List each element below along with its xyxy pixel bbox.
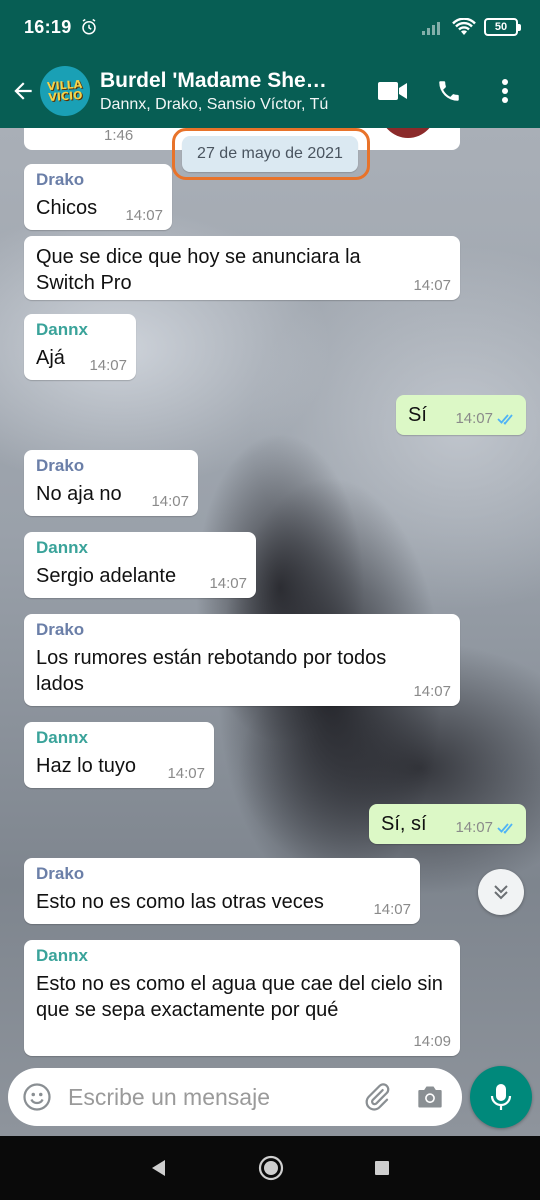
message-sender[interactable]: Drako xyxy=(36,864,410,884)
message-bubble[interactable]: Que se dice que hoy se anunciara la Swit… xyxy=(24,236,460,300)
message-time: 14:07 xyxy=(455,819,493,836)
video-camera-icon xyxy=(378,82,407,100)
message-bubble[interactable]: Dannx Esto no es como el agua que cae de… xyxy=(24,940,460,1056)
more-vertical-icon xyxy=(502,79,508,103)
back-button[interactable] xyxy=(6,74,40,108)
status-time: 16:19 xyxy=(24,16,72,37)
triangle-back-icon xyxy=(152,1160,165,1176)
camera-button[interactable] xyxy=(416,1084,444,1110)
message-time: 14:07 xyxy=(89,357,127,374)
message-sender[interactable]: Drako xyxy=(36,456,188,476)
voice-message-button[interactable] xyxy=(470,1066,532,1128)
nav-home-button[interactable] xyxy=(258,1155,284,1181)
microphone-icon xyxy=(490,1084,512,1110)
media-thumbnail[interactable] xyxy=(380,128,436,138)
message-time: 14:07 xyxy=(455,410,493,427)
voice-call-button[interactable] xyxy=(434,76,464,106)
message-sender[interactable]: Dannx xyxy=(36,946,450,966)
battery-indicator: 50 xyxy=(484,18,521,36)
message-bubble[interactable]: Dannx Ajá 14:07 xyxy=(24,314,136,380)
message-time: 14:07 xyxy=(151,493,189,510)
emoji-button[interactable] xyxy=(22,1082,52,1112)
nav-recents-button[interactable] xyxy=(374,1160,390,1176)
message-text: Que se dice que hoy se anunciara la Swit… xyxy=(36,246,361,294)
message-text: Esto no es como las otras veces xyxy=(36,891,324,913)
message-time: 14:07 xyxy=(373,901,411,918)
chat-title: Burdel 'Madame She… xyxy=(100,68,327,92)
message-bubble[interactable]: Drako No aja no 14:07 xyxy=(24,450,198,516)
attach-button[interactable] xyxy=(362,1082,392,1112)
chat-participants: Dannx, Drako, Sansio Víctor, Tú xyxy=(100,95,329,113)
double-chevron-down-icon xyxy=(494,885,508,900)
message-bubble[interactable]: Drako Chicos 14:07 xyxy=(24,164,172,230)
message-bubble[interactable]: Drako Esto no es como las otras veces 14… xyxy=(24,858,420,924)
emoji-icon xyxy=(23,1083,51,1111)
phone-icon xyxy=(439,81,459,101)
double-check-read-icon xyxy=(497,822,513,834)
double-check-read-icon xyxy=(497,413,513,425)
message-sender[interactable]: Dannx xyxy=(36,320,126,340)
message-text: Los rumores están rebotando por todos la… xyxy=(36,647,387,695)
group-avatar[interactable]: VILLA VICIO xyxy=(40,66,90,116)
nav-back-button[interactable] xyxy=(150,1159,168,1177)
message-sender[interactable]: Dannx xyxy=(36,538,246,558)
square-recents-icon xyxy=(375,1161,389,1175)
message-time: 1:46 xyxy=(104,128,134,144)
scroll-to-bottom-button[interactable] xyxy=(478,869,524,915)
circle-home-icon xyxy=(258,1155,284,1181)
avatar-logo-text: VILLA VICIO xyxy=(46,77,83,105)
message-text: Esto no es como el agua que cae del ciel… xyxy=(36,973,443,1021)
chat-title-block[interactable]: Burdel 'Madame She… Dannx, Drako, Sansio… xyxy=(100,69,350,114)
message-time: 14:07 xyxy=(413,683,451,700)
alarm-icon xyxy=(81,18,96,35)
message-time: 14:07 xyxy=(209,575,247,592)
camera-icon xyxy=(418,1086,442,1108)
signal-icon xyxy=(422,22,440,35)
wifi-icon xyxy=(452,18,476,35)
arrow-left-icon xyxy=(14,82,32,100)
message-bubble[interactable]: Dannx Haz lo tuyo 14:07 xyxy=(24,722,214,788)
message-sender[interactable]: Drako xyxy=(36,170,162,190)
message-input[interactable]: Escribe un mensaje xyxy=(68,1084,362,1111)
message-sender[interactable]: Drako xyxy=(36,620,450,640)
message-time: 14:09 xyxy=(413,1033,451,1050)
message-time: 14:07 xyxy=(167,765,205,782)
message-composer[interactable]: Escribe un mensaje xyxy=(8,1068,462,1126)
chat-header: VILLA VICIO Burdel 'Madame She… Dannx, D… xyxy=(0,54,540,128)
message-time: 14:07 xyxy=(125,207,163,224)
date-highlight-annotation xyxy=(172,128,370,180)
message-bubble-outgoing[interactable]: Sí, sí 14:07 xyxy=(369,804,526,844)
status-bar: 16:19 50 xyxy=(0,0,540,54)
paperclip-icon xyxy=(365,1083,390,1111)
message-bubble[interactable]: Drako Los rumores están rebotando por to… xyxy=(24,614,460,706)
more-options-button[interactable] xyxy=(490,76,520,106)
message-time: 14:07 xyxy=(413,277,451,294)
system-navigation-bar xyxy=(0,1136,540,1200)
message-sender[interactable]: Dannx xyxy=(36,728,204,748)
message-bubble[interactable]: Dannx Sergio adelante 14:07 xyxy=(24,532,256,598)
message-bubble-outgoing[interactable]: Sí 14:07 xyxy=(396,395,526,435)
chat-area[interactable]: 1:46 27 de mayo de 2021 Drako Chicos 14:… xyxy=(0,128,540,1136)
video-call-button[interactable] xyxy=(378,76,408,106)
